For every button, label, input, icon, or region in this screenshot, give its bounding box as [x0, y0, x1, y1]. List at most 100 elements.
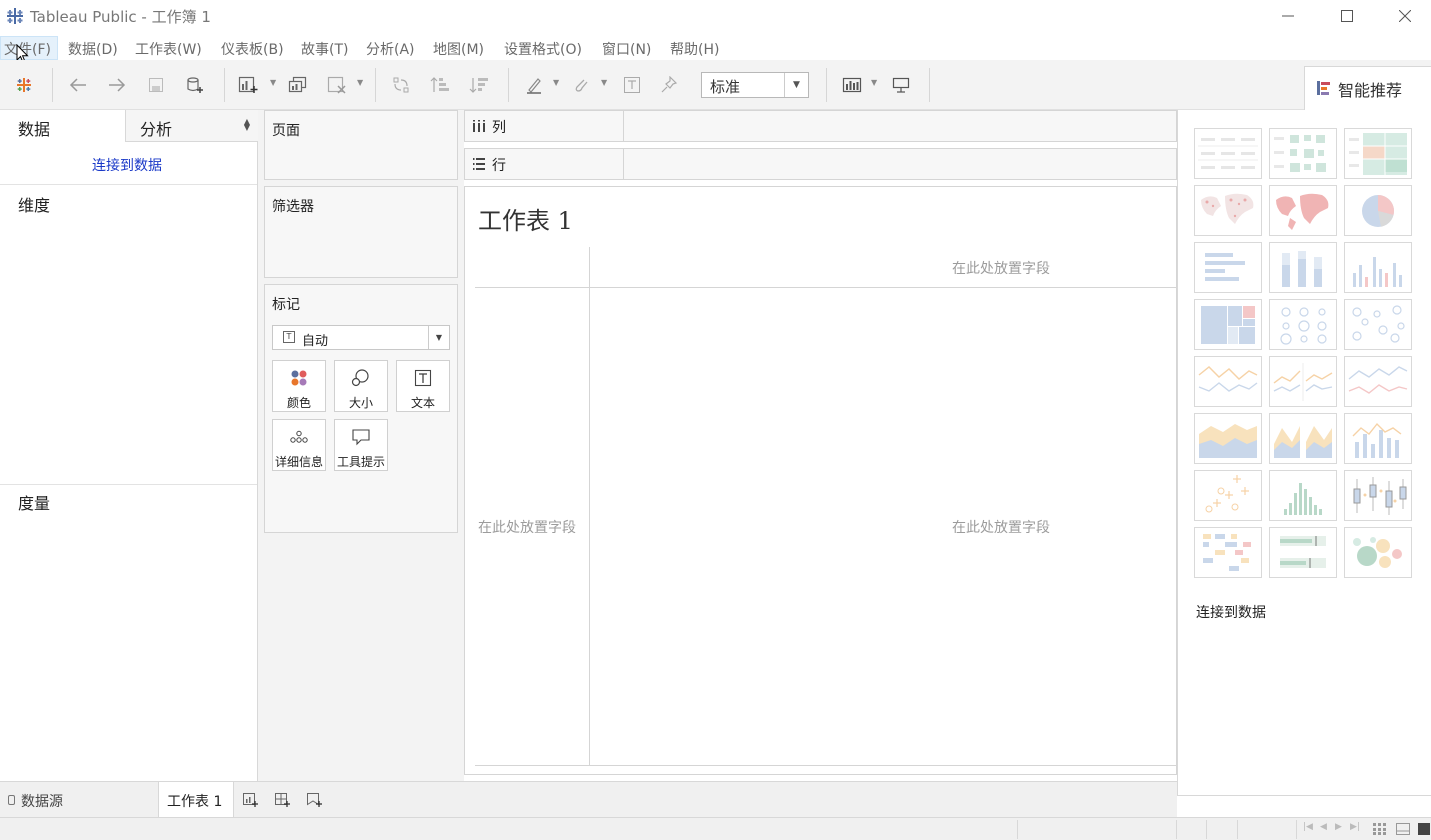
close-button[interactable] [1376, 0, 1431, 32]
tooltip-button[interactable]: 工具提示 [334, 419, 388, 471]
tab-analysis[interactable]: 分析 ▲ ▼ [125, 110, 258, 142]
rows-shelf-label: 行 [465, 149, 624, 179]
gantt-chart-thumbnail[interactable] [1194, 527, 1262, 578]
size-button[interactable]: 大小 [334, 360, 388, 412]
detail-button[interactable]: 详细信息 [272, 419, 326, 471]
presentation-icon[interactable] [890, 74, 912, 96]
swap-icon[interactable] [390, 74, 412, 96]
fit-dropdown[interactable]: 标准 ▼ [701, 72, 809, 98]
drop-field-columns-hint[interactable]: 在此处放置字段 [952, 258, 1050, 278]
scatter-plot-thumbnail[interactable] [1194, 470, 1262, 521]
show-me-icon [1317, 81, 1330, 95]
detail-label: 详细信息 [274, 455, 323, 469]
maximize-button[interactable] [1318, 0, 1376, 32]
status-bar: |◀ ◀ ▶ ▶| [0, 817, 1431, 840]
menu-format[interactable]: 设置格式(O) [504, 39, 582, 59]
filters-card[interactable]: 筛选器 [264, 186, 458, 278]
drop-field-rows-hint[interactable]: 在此处放置字段 [478, 517, 576, 537]
pages-card[interactable]: 页面 [264, 110, 458, 180]
side-by-side-bars-thumbnail[interactable] [1344, 242, 1412, 293]
histogram-thumbnail[interactable] [1269, 470, 1337, 521]
minimize-button[interactable] [1259, 0, 1317, 32]
sort-ascending-icon[interactable] [429, 74, 451, 96]
area-discrete-thumbnail[interactable] [1269, 413, 1337, 464]
undo-icon[interactable] [67, 74, 89, 96]
show-me-tab[interactable]: 智能推荐 [1304, 66, 1431, 110]
group-icon[interactable] [570, 74, 592, 96]
columns-shelf-label: 列 [465, 111, 624, 141]
dual-lines-thumbnail[interactable] [1344, 356, 1412, 407]
tab-analysis-label: 分析 [140, 120, 173, 139]
drop-field-center-hint[interactable]: 在此处放置字段 [952, 517, 1050, 537]
rows-shelf[interactable]: 行 [464, 148, 1177, 180]
tabs-view-icon[interactable] [1418, 823, 1431, 835]
menu-data[interactable]: 数据(D) [68, 39, 118, 59]
highlight-table-thumbnail[interactable] [1344, 128, 1412, 179]
menu-story[interactable]: 故事(T) [301, 39, 348, 59]
sort-descending-icon[interactable] [468, 74, 490, 96]
color-label: 颜色 [286, 396, 311, 410]
new-worksheet-button[interactable] [239, 790, 261, 810]
area-continuous-thumbnail[interactable] [1194, 413, 1262, 464]
filled-map-thumbnail[interactable] [1269, 185, 1337, 236]
redo-icon[interactable] [106, 74, 128, 96]
tooltip-label: 工具提示 [336, 455, 385, 469]
new-dashboard-button[interactable] [271, 790, 293, 810]
next-sheet-icon[interactable]: ▶ [1335, 822, 1342, 832]
menu-window[interactable]: 窗口(N) [602, 39, 651, 59]
divider [475, 765, 1178, 766]
text-table-thumbnail[interactable] [1194, 128, 1262, 179]
heat-map-thumbnail[interactable] [1269, 128, 1337, 179]
text-mark-icon: T [283, 331, 295, 343]
rows-icon [473, 158, 485, 170]
sheet-title[interactable]: 工作表 1 [478, 201, 573, 236]
menu-worksheet[interactable]: 工作表(W) [135, 39, 202, 59]
close-icon [1399, 10, 1411, 22]
box-and-whisker-thumbnail[interactable] [1344, 470, 1412, 521]
last-sheet-icon[interactable]: ▶| [1350, 822, 1360, 832]
treemap-thumbnail[interactable] [1194, 299, 1262, 350]
menu-dashboard[interactable]: 仪表板(B) [221, 39, 284, 59]
continuous-lines-thumbnail[interactable] [1194, 356, 1262, 407]
side-by-side-circles-thumbnail[interactable] [1344, 299, 1412, 350]
menu-map[interactable]: 地图(M) [433, 39, 484, 59]
sheet-sorter-icon[interactable] [1373, 823, 1387, 835]
new-story-button[interactable] [303, 790, 325, 810]
text-button[interactable]: 文本 [396, 360, 450, 412]
view-canvas[interactable]: 工作表 1 在此处放置字段 在此处放置字段 在此处放置字段 [464, 186, 1178, 775]
labels-icon[interactable] [621, 74, 643, 96]
prev-sheet-icon[interactable]: ◀ [1320, 822, 1327, 832]
show-cards-icon[interactable] [841, 74, 863, 96]
stacked-bars-thumbnail[interactable] [1269, 242, 1337, 293]
tableau-logo-icon[interactable] [13, 74, 35, 96]
pin-icon[interactable] [658, 74, 680, 96]
pie-chart-thumbnail[interactable] [1344, 185, 1412, 236]
new-datasource-icon[interactable] [184, 74, 206, 96]
packed-bubbles-thumbnail[interactable] [1344, 527, 1412, 578]
mark-type-dropdown[interactable]: T 自动 ▼ [272, 325, 450, 350]
save-icon[interactable] [145, 74, 167, 96]
circle-view-thumbnail[interactable] [1269, 299, 1337, 350]
columns-shelf[interactable]: 列 [464, 110, 1177, 142]
horizontal-bars-thumbnail[interactable] [1194, 242, 1262, 293]
title-bar: Tableau Public - 工作簿 1 [0, 0, 1431, 34]
highlight-icon[interactable] [523, 74, 545, 96]
duplicate-icon[interactable] [287, 74, 309, 96]
bullet-graph-thumbnail[interactable] [1269, 527, 1337, 578]
datasource-tab[interactable]: 数据源 [0, 782, 156, 817]
tab-data[interactable]: 数据 [0, 110, 125, 142]
symbol-map-thumbnail[interactable] [1194, 185, 1262, 236]
new-worksheet-icon[interactable] [237, 74, 259, 96]
dual-combination-thumbnail[interactable] [1344, 413, 1412, 464]
connect-to-data-link[interactable]: 连接到数据 [0, 155, 254, 175]
discrete-lines-thumbnail[interactable] [1269, 356, 1337, 407]
menu-help[interactable]: 帮助(H) [670, 39, 719, 59]
divider [475, 287, 1178, 288]
filmstrip-icon[interactable] [1396, 823, 1410, 835]
first-sheet-icon[interactable]: |◀ [1303, 822, 1313, 832]
color-button[interactable]: 颜色 [272, 360, 326, 412]
dimensions-heading: 维度 [18, 196, 51, 215]
clear-icon[interactable] [326, 74, 348, 96]
sheet-tab[interactable]: 工作表 1 [158, 782, 234, 817]
menu-analysis[interactable]: 分析(A) [366, 39, 415, 59]
